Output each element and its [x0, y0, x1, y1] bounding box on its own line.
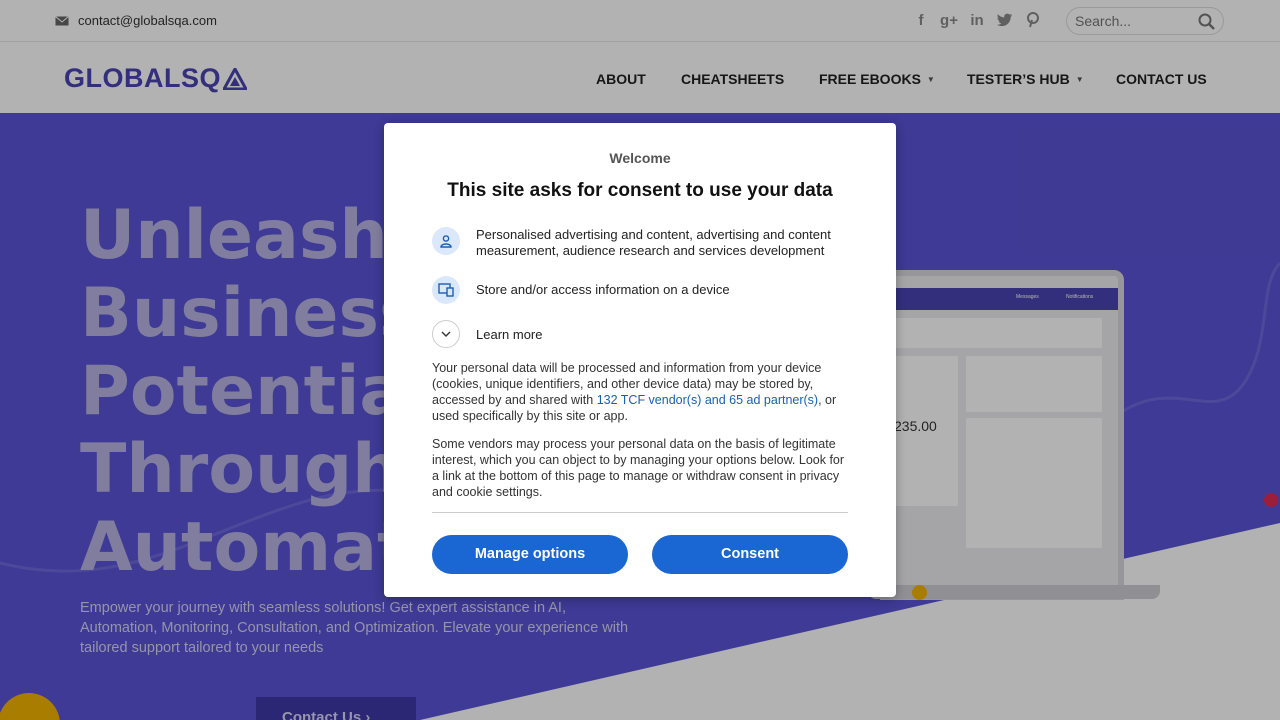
person-icon [432, 227, 460, 255]
consent-welcome: Welcome [609, 150, 671, 166]
consent-title: This site asks for consent to use your d… [447, 180, 833, 201]
purpose-text: Store and/or access information on a dev… [476, 282, 730, 297]
purpose-device-storage: Store and/or access information on a dev… [432, 276, 846, 304]
vendors-link[interactable]: 132 TCF vendor(s) and 65 ad partner(s) [597, 393, 818, 407]
learn-more-toggle[interactable]: Learn more [432, 320, 542, 348]
page: contact@globalsqa.com f g+ in GLOBALSQ A… [0, 0, 1280, 720]
consent-dialog: Welcome This site asks for consent to us… [384, 123, 896, 597]
consent-paragraph-2: Some vendors may process your personal d… [432, 437, 845, 499]
device-icon [432, 276, 460, 304]
consent-paragraph-1: Your personal data will be processed and… [432, 360, 848, 424]
learn-more-label: Learn more [476, 326, 543, 342]
manage-options-button[interactable]: Manage options [432, 535, 628, 574]
divider [432, 512, 848, 513]
chevron-down-icon [432, 320, 460, 348]
purpose-text: Personalised advertising and content, ad… [476, 227, 831, 258]
purpose-advertising: Personalised advertising and content, ad… [432, 227, 846, 259]
consent-button[interactable]: Consent [652, 535, 848, 574]
